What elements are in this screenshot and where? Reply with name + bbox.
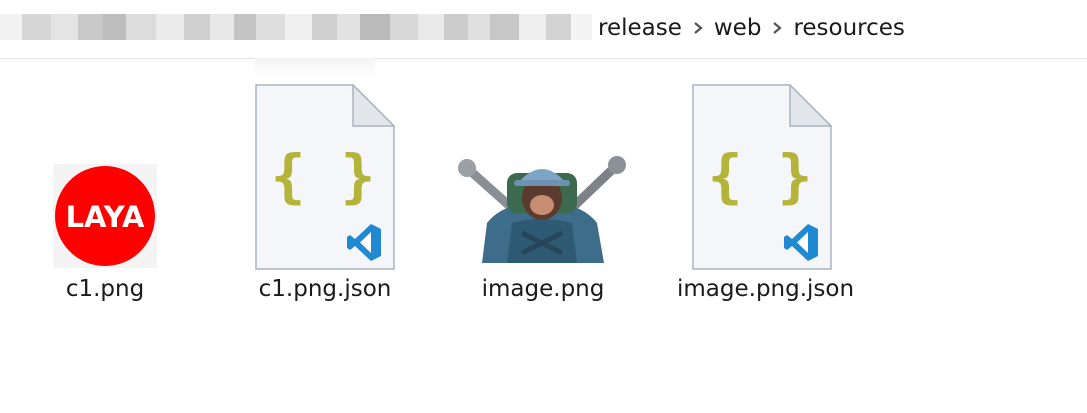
redaction-block — [51, 14, 78, 40]
redaction-block — [444, 14, 468, 40]
redaction-block — [490, 14, 519, 40]
redaction-block — [285, 14, 312, 40]
redaction-block — [234, 14, 256, 40]
json-file-icon: { } — [255, 83, 396, 270]
breadcrumb: release web resources — [598, 12, 905, 44]
redaction-block — [78, 14, 103, 40]
file-explorer-window: release web resources LAYA c1.png {} c1… — [0, 0, 1087, 413]
svg-text:{ }: { } — [708, 142, 813, 210]
file-item-image-png-json[interactable]: { } image.png.json — [677, 80, 855, 310]
redacted-shadow — [255, 58, 375, 78]
laya-logo-icon: LAYA — [53, 164, 157, 268]
file-item-image-png[interactable]: image.png — [452, 80, 632, 310]
redaction-block — [337, 14, 360, 40]
file-name: image.png — [481, 276, 605, 302]
file-name: image.png.json — [677, 276, 855, 302]
image-thumbnail — [452, 153, 632, 263]
redaction-block — [210, 14, 234, 40]
breadcrumb-release[interactable]: release — [598, 15, 682, 41]
redaction-block — [256, 14, 285, 40]
redaction-block — [546, 14, 571, 40]
redaction-block — [103, 14, 126, 40]
redaction-block — [519, 14, 546, 40]
redaction-block — [156, 14, 184, 40]
file-item-c1-png[interactable]: LAYA c1.png — [20, 80, 190, 310]
breadcrumb-resources[interactable]: resources — [793, 15, 904, 41]
redaction-block — [390, 14, 418, 40]
svg-text:LAYA: LAYA — [66, 200, 145, 234]
redaction-block — [184, 14, 210, 40]
redaction-block — [360, 14, 390, 40]
redaction-block — [312, 14, 337, 40]
svg-text:{ }: { } — [271, 142, 376, 210]
redaction-block — [22, 14, 51, 40]
json-file-icon: { } — [692, 83, 833, 270]
redacted-path — [0, 14, 592, 40]
chevron-right-icon[interactable] — [682, 12, 714, 44]
breadcrumb-web[interactable]: web — [714, 15, 762, 41]
address-bar[interactable]: release web resources — [0, 0, 1087, 59]
redaction-block — [418, 14, 444, 40]
redaction-block — [0, 14, 22, 40]
redaction-block — [571, 14, 592, 40]
file-name: c1.png — [65, 276, 145, 302]
redaction-block — [126, 14, 156, 40]
chevron-right-icon[interactable] — [761, 12, 793, 44]
file-item-c1-png-json[interactable]: { } c1.png.json — [240, 80, 410, 310]
redaction-block — [468, 14, 490, 40]
file-name: c1.png.json — [258, 276, 392, 302]
